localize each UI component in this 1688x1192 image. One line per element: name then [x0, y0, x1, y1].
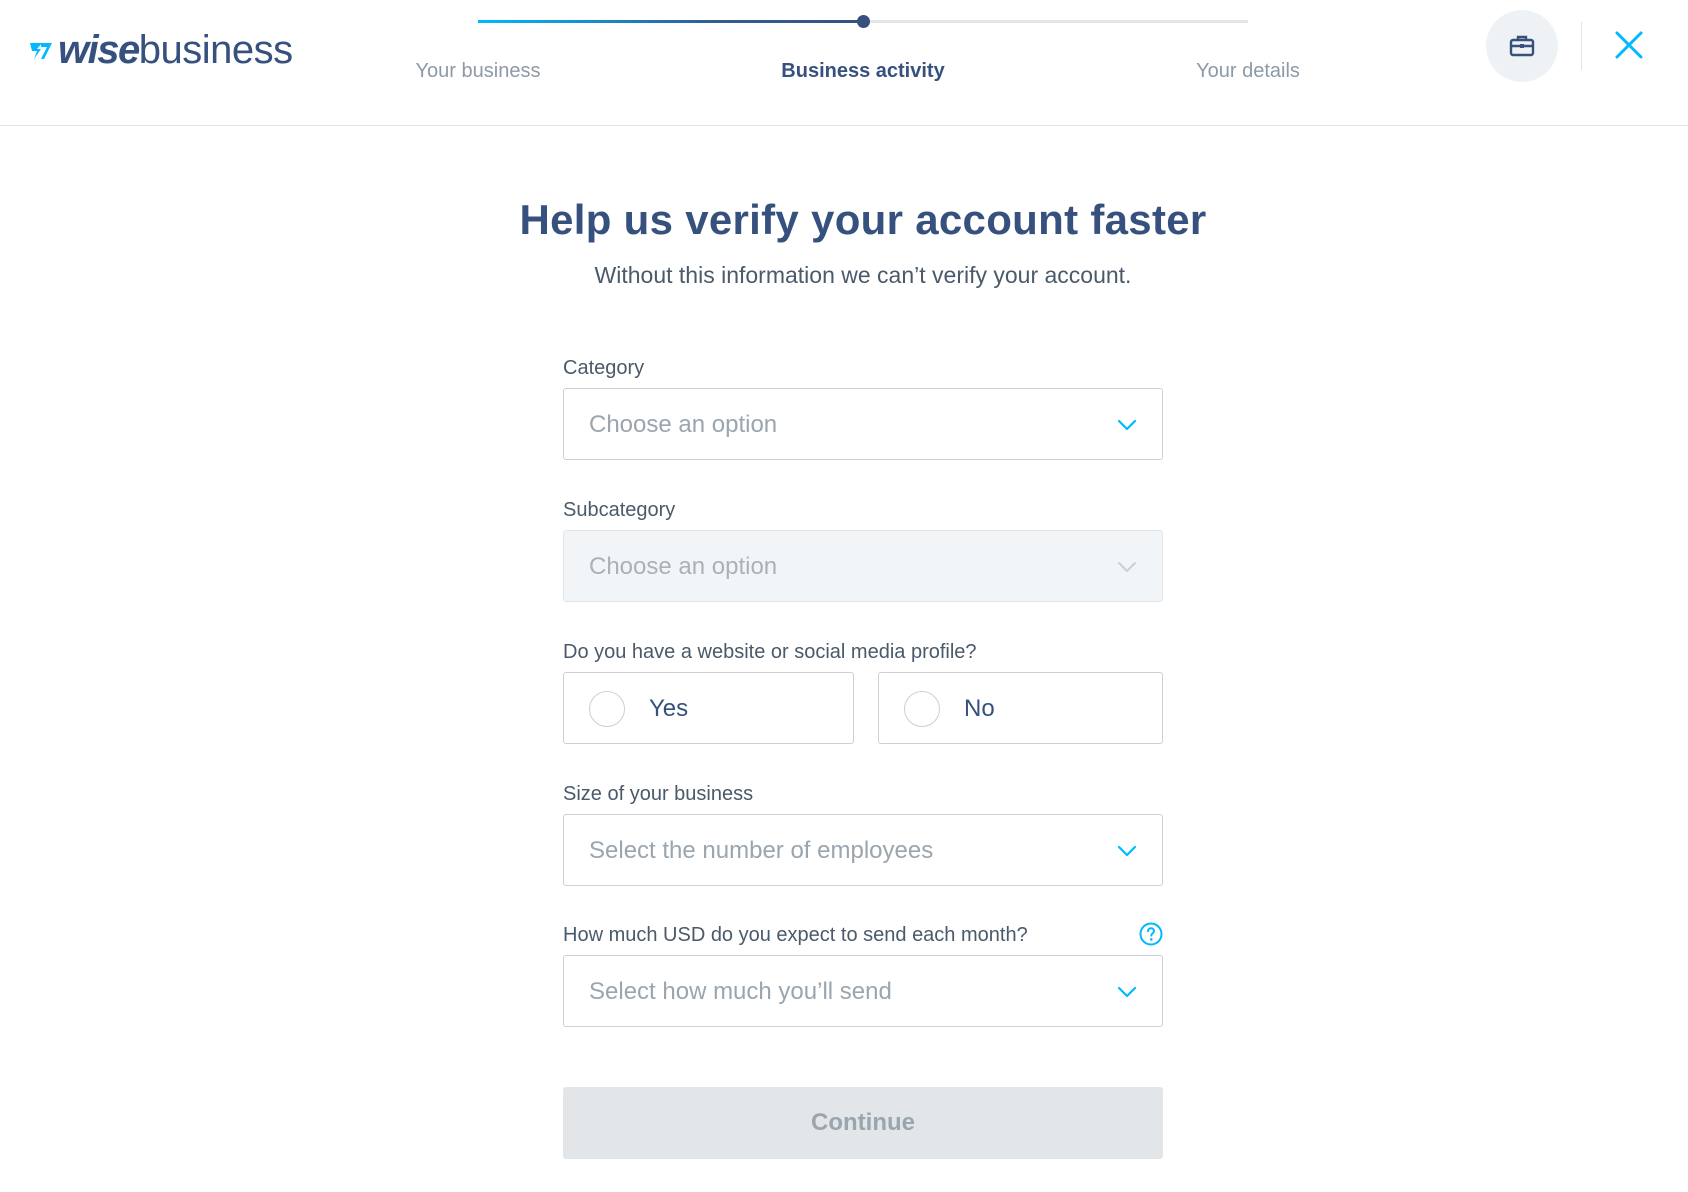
radio-circle[interactable]	[589, 691, 625, 727]
monthly-volume-select[interactable]: Select how much you’ll send	[563, 955, 1163, 1027]
business-size-label: Size of your business	[563, 783, 754, 805]
briefcase-icon	[1509, 35, 1535, 57]
progress-stepper	[478, 15, 1248, 28]
page-subtitle: Without this information we can’t verify…	[594, 262, 1132, 288]
header-divider	[1581, 22, 1582, 70]
subcategory-placeholder: Choose an option	[589, 553, 778, 580]
website-question-label: Do you have a website or social media pr…	[563, 641, 977, 663]
header: wise business Your business Business act…	[0, 0, 1688, 126]
yes-label: Yes	[649, 695, 689, 722]
monthly-volume-placeholder: Select how much you’ll send	[589, 978, 892, 1005]
step-your-business[interactable]: Your business	[416, 60, 541, 83]
chevron-down-icon	[1117, 845, 1137, 857]
category-select[interactable]: Choose an option	[563, 388, 1163, 460]
radio-circle[interactable]	[904, 691, 940, 727]
step-business-activity: Business activity	[781, 60, 945, 82]
logo-business-text: business	[138, 28, 293, 72]
progress-fill	[478, 20, 863, 23]
close-icon	[1615, 31, 1643, 59]
business-profile-button[interactable]	[1486, 10, 1558, 82]
page: wise business Your business Business act…	[0, 0, 1688, 1192]
website-no-option[interactable]: No	[878, 672, 1163, 744]
wise-business-logo[interactable]: wise business	[28, 28, 293, 72]
close-button[interactable]	[1608, 24, 1650, 66]
page-title: Help us verify your account faster	[519, 196, 1207, 243]
chevron-down-icon	[1118, 562, 1136, 572]
continue-button[interactable]: Continue	[563, 1087, 1163, 1159]
wise-flag-icon	[30, 43, 52, 59]
logo-wise-text: wise	[58, 28, 140, 72]
business-size-placeholder: Select the number of employees	[589, 837, 934, 864]
website-yes-option[interactable]: Yes	[563, 672, 854, 744]
category-label: Category	[563, 357, 645, 379]
monthly-volume-label: How much USD do you expect to send each …	[563, 924, 1028, 946]
subcategory-select: Choose an option	[563, 530, 1163, 602]
category-placeholder: Choose an option	[589, 411, 778, 438]
help-question-icon[interactable]	[1139, 922, 1163, 946]
step-your-details: Your details	[1196, 60, 1300, 82]
business-size-select[interactable]: Select the number of employees	[563, 814, 1163, 886]
chevron-down-icon	[1117, 986, 1137, 998]
no-label: No	[964, 695, 995, 722]
chevron-down-icon	[1117, 419, 1137, 431]
progress-current-dot	[857, 15, 870, 28]
subcategory-label: Subcategory	[563, 499, 676, 521]
